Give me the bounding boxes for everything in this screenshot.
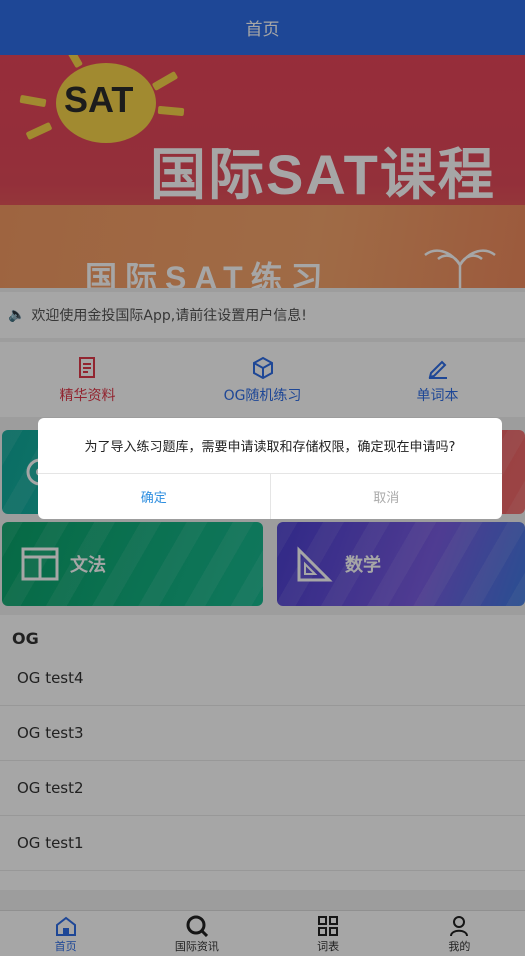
permission-dialog: 为了导入练习题库，需要申请读取和存储权限，确定现在申请吗? 确定 取消: [38, 418, 502, 519]
confirm-button[interactable]: 确定: [38, 474, 271, 519]
cancel-button[interactable]: 取消: [271, 474, 503, 519]
dialog-message: 为了导入练习题库，需要申请读取和存储权限，确定现在申请吗?: [38, 418, 502, 474]
